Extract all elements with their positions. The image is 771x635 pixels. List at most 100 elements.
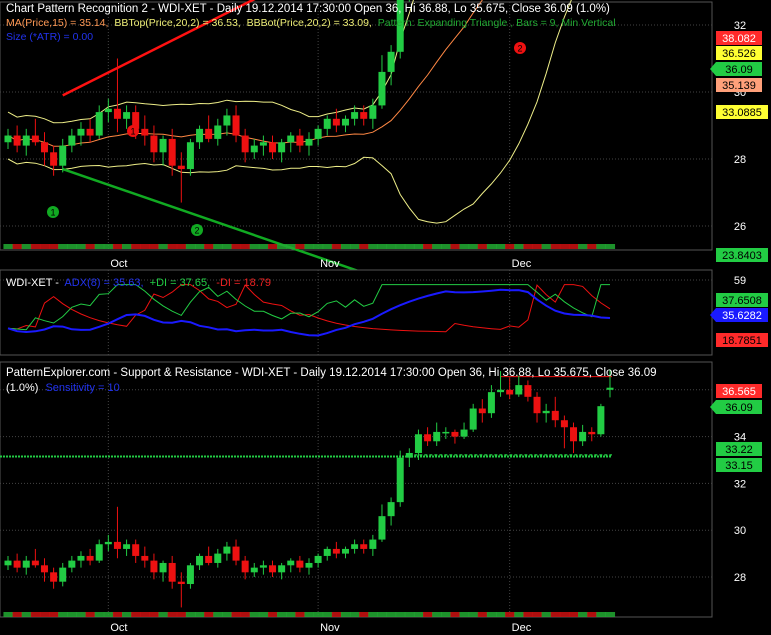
candle-body: [341, 118, 349, 126]
sr-badges: 36.565 36.09 33.22 33.15: [710, 384, 762, 472]
candle-body: [560, 420, 568, 428]
signal-cell: [505, 244, 515, 249]
adx-header: WDI-XET - ADX(8) = 35.63, +DI = 37.65, -…: [6, 277, 271, 289]
candle-body: [86, 128, 94, 136]
signal-cell: [76, 612, 87, 617]
signal-cell: [486, 244, 497, 249]
price-panel: 1212 262830323436 38.08236.52636.0935.13…: [0, 0, 768, 300]
candle-body: [232, 115, 240, 136]
adx-panel: 59 37.6508 35.6282 18.7851 WDI-XET - ADX(8…: [0, 269, 768, 356]
signal-cell: [140, 612, 150, 617]
price-badge-label: 35.6282: [722, 310, 762, 322]
signal-cell: [112, 244, 123, 249]
signal-cell: [559, 612, 570, 617]
signal-cell: [304, 244, 315, 249]
pdi-legend: +DI = 37.65,: [150, 277, 211, 289]
signal-cell: [413, 612, 424, 617]
signal-cell: [140, 244, 150, 249]
signal-cell: [149, 244, 159, 249]
candle-body: [396, 457, 404, 503]
pattern-marker-label: 2: [517, 44, 522, 54]
signal-cell: [295, 612, 305, 617]
signal-cell: [423, 612, 433, 617]
candle-body: [460, 429, 468, 437]
signal-cell: [21, 244, 32, 249]
signal-cell: [322, 244, 333, 249]
signal-cell: [194, 612, 205, 617]
candle-body: [515, 385, 523, 395]
candle-body: [579, 431, 587, 442]
signal-cell: [587, 244, 597, 249]
candle-body: [551, 410, 559, 421]
y-tick-label: 32: [734, 478, 746, 490]
signal-cell: [450, 612, 460, 617]
y-tick-label: 32: [734, 20, 746, 32]
candle-body: [250, 567, 258, 573]
sensitivity-legend: Sensitivity = 10: [45, 382, 119, 394]
candle-body: [177, 165, 185, 170]
price-badge-label: 33.0885: [722, 107, 762, 119]
signal-cell: [578, 244, 588, 249]
x-tick-label: Dec: [512, 622, 532, 634]
price-badge-label: 36.526: [722, 48, 756, 60]
mdi-legend: -DI = 18.79: [216, 277, 271, 289]
candle-body: [241, 560, 249, 573]
candle-body: [332, 548, 340, 554]
candle-body: [123, 112, 131, 119]
signal-cell: [58, 612, 68, 617]
panel1-header: Chart Pattern Recognition 2 - WDI-XET - …: [6, 3, 610, 15]
candle-body: [159, 138, 167, 153]
candle-body: [168, 562, 176, 582]
candle-body: [95, 112, 103, 136]
candle-body: [497, 389, 505, 393]
price-badge-label: 33.22: [725, 444, 753, 456]
candle-body: [4, 560, 12, 566]
signal-cell: [30, 244, 41, 249]
signal-cell: [432, 612, 442, 617]
signal-cell: [459, 612, 470, 617]
price-badge-label: 38.082: [722, 33, 756, 45]
candle-body: [223, 115, 231, 126]
signal-cell: [67, 244, 77, 249]
signal-cell: [131, 244, 141, 249]
signal-cell: [39, 612, 50, 617]
signal-cell: [450, 244, 460, 249]
signal-cell: [167, 244, 178, 249]
candle-body: [314, 128, 322, 139]
candle-body: [59, 145, 67, 166]
candle-body: [241, 135, 249, 153]
candle-body: [205, 555, 213, 563]
signal-cell: [432, 244, 442, 249]
candle-body: [123, 544, 131, 549]
signal-cell: [222, 612, 232, 617]
candle-body: [177, 581, 185, 585]
signal-cell: [468, 244, 479, 249]
price-badge-label: 23.8403: [722, 250, 762, 262]
signal-cell: [213, 244, 223, 249]
bbbot-legend: BBBot(Price,20,2) = 33.09,: [247, 17, 372, 29]
signal-cell: [167, 612, 178, 617]
x-tick-label: Nov: [320, 622, 340, 634]
candle-body: [478, 408, 486, 414]
signal-cell: [158, 612, 169, 617]
signal-cell: [58, 244, 68, 249]
candle-body: [259, 142, 267, 146]
signal-cell: [459, 244, 470, 249]
candle-body: [223, 546, 231, 554]
pattern-legend: Pattern: Expanding Triangle , Bars = 9, …: [378, 17, 616, 29]
adx-badges: 37.6508 35.6282 18.7851: [710, 293, 768, 347]
candle-body: [205, 128, 213, 139]
candle-body: [360, 544, 368, 549]
candle-body: [287, 135, 295, 143]
signal-cell: [249, 244, 260, 249]
price-badge-label: 37.6508: [722, 295, 762, 307]
signal-cell: [377, 244, 388, 249]
signal-cell: [94, 244, 105, 249]
y-tick-label: 59: [734, 275, 746, 287]
candle-body: [278, 142, 286, 153]
signal-cell: [176, 612, 187, 617]
candle-body: [259, 565, 267, 568]
candle-body: [487, 392, 495, 414]
candle-body: [40, 142, 48, 153]
candle-body: [113, 108, 121, 119]
